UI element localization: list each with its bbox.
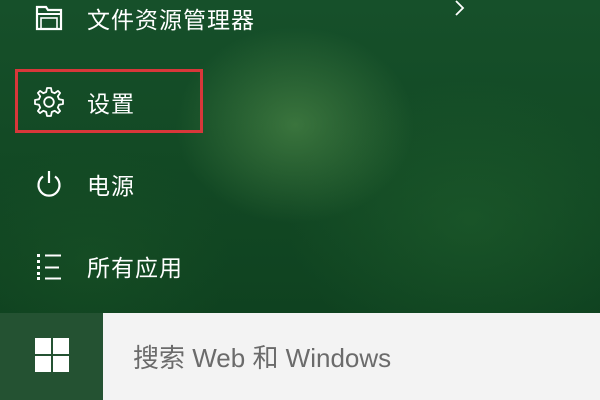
menu-item-file-explorer[interactable]: 文件资源管理器 [0,0,480,48]
start-button[interactable] [0,313,103,400]
menu-item-label: 电源 [87,174,135,200]
menu-item-all-apps[interactable]: 所有应用 [0,236,300,296]
chevron-right-icon[interactable] [447,0,471,20]
search-placeholder: 搜索 Web 和 Windows [133,343,392,373]
menu-item-settings[interactable]: 设置 [0,72,300,132]
folder-icon [31,0,67,36]
menu-item-power[interactable]: 电源 [0,154,300,214]
menu-item-label: 设置 [87,92,135,118]
menu-item-label: 所有应用 [87,256,183,282]
search-input[interactable]: 搜索 Web 和 Windows [103,313,600,400]
power-icon [31,166,67,202]
taskbar: 搜索 Web 和 Windows [0,313,600,400]
start-menu: 文件资源管理器 设置 电源 所有应用 [0,0,600,313]
gear-icon [31,84,67,120]
list-icon [31,248,67,284]
menu-item-label: 文件资源管理器 [87,8,255,34]
windows-logo-icon [34,337,70,377]
